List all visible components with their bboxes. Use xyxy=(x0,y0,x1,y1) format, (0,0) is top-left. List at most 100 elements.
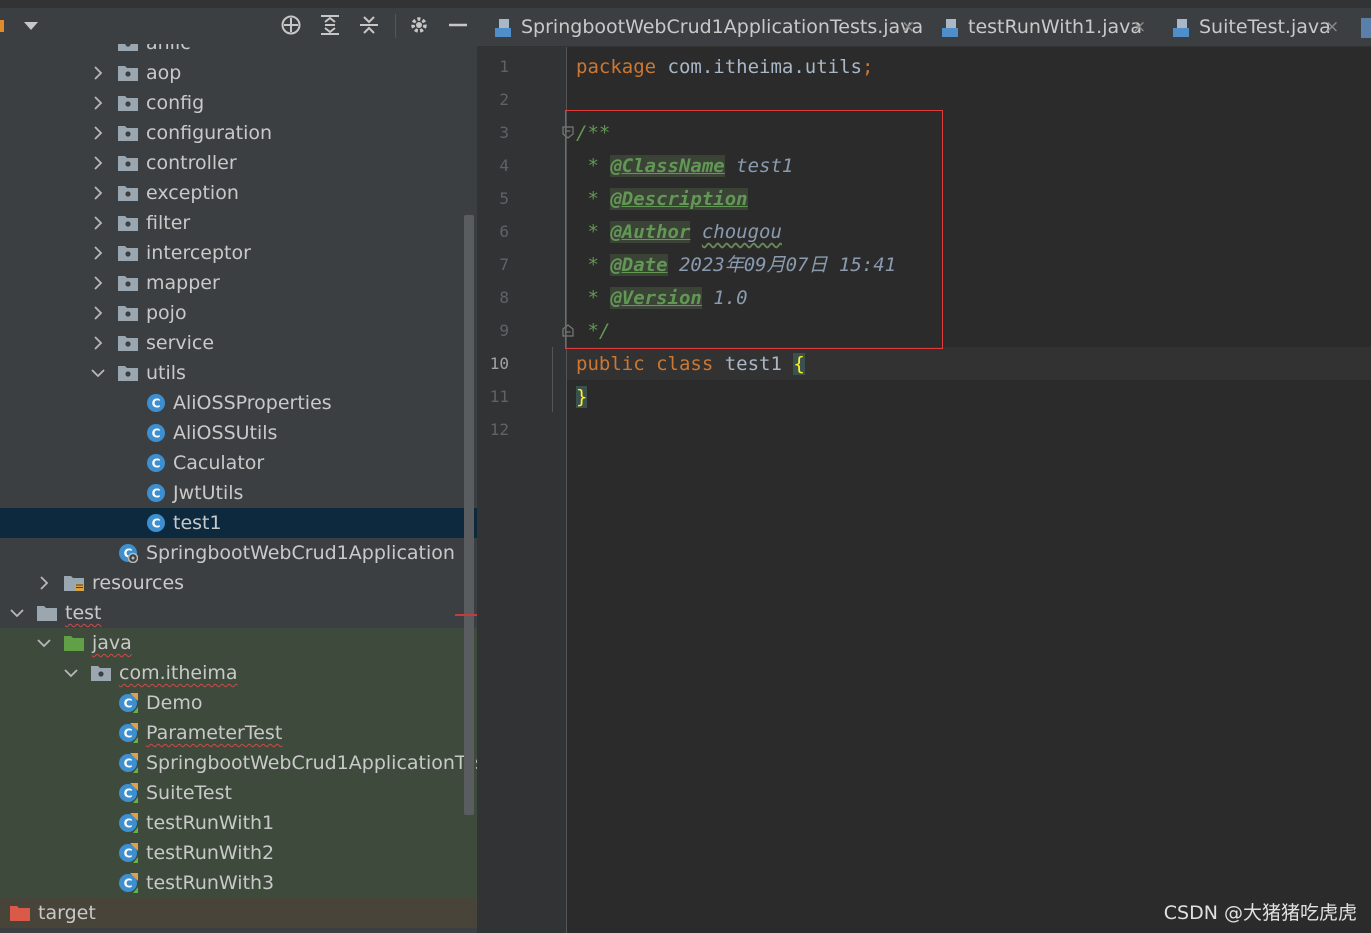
chevron-down-icon[interactable] xyxy=(64,666,78,680)
chevron-right-icon[interactable] xyxy=(91,66,105,80)
tree-item-test-class-suitetest[interactable]: C SuiteTest xyxy=(0,778,477,808)
test-class-icon: C xyxy=(118,693,138,713)
chevron-right-icon[interactable] xyxy=(91,96,105,110)
line-number: 4 xyxy=(499,156,509,175)
settings-icon[interactable] xyxy=(408,14,430,36)
locate-icon[interactable] xyxy=(280,14,302,36)
tree-item-package-configuration[interactable]: configuration xyxy=(0,118,477,148)
tree-item-application-class[interactable]: C SpringbootWebCrud1Application xyxy=(0,538,477,568)
spring-boot-class-icon: C xyxy=(118,543,138,563)
package-icon xyxy=(91,664,111,681)
line-number: 8 xyxy=(499,288,509,307)
editor-tab-bar: SpringbootWebCrud1ApplicationTests.java … xyxy=(477,0,1371,47)
tree-item-test-class-testrunwith1[interactable]: CtestRunWith1 xyxy=(0,808,477,838)
code-line-10[interactable]: public class test1 { xyxy=(576,348,805,381)
line-number: 9 xyxy=(499,321,509,340)
code-line-1[interactable]: package com.itheima.utils; xyxy=(576,51,873,84)
line-number: 10 xyxy=(489,354,509,373)
test-class-icon: C xyxy=(118,753,138,773)
chevron-right-icon[interactable] xyxy=(91,246,105,260)
tree-item-java[interactable]: java xyxy=(0,628,477,658)
tree-item-resources[interactable]: resources xyxy=(0,568,477,598)
chevron-right-icon[interactable] xyxy=(91,186,105,200)
class-icon: C xyxy=(146,423,166,443)
project-tab-marker xyxy=(0,20,4,32)
tree-item-test-class-testrunwith3[interactable]: CtestRunWith3 xyxy=(0,868,477,898)
chevron-down-icon[interactable] xyxy=(10,606,24,620)
chevron-right-icon[interactable] xyxy=(91,306,105,320)
class-icon: C xyxy=(146,393,166,413)
tree-item-package-utils[interactable]: utils xyxy=(0,358,477,388)
package-icon xyxy=(118,94,138,111)
tree-item-label: pojo xyxy=(146,302,187,324)
tree-item-label: testRunWith2 xyxy=(146,842,275,864)
tree-item-package-mapper[interactable]: mapper xyxy=(0,268,477,298)
tree-item-label: Demo xyxy=(146,692,203,714)
java-file-icon xyxy=(493,18,513,38)
watermark: CSDN @大猪猪吃虎虎 xyxy=(1163,902,1357,924)
tab-close-icon[interactable]: × xyxy=(1325,8,1339,46)
tree-item-class-caculator[interactable]: C Caculator xyxy=(0,448,477,478)
tree-item-package-config[interactable]: config xyxy=(0,88,477,118)
tree-item-label: AliOSSUtils xyxy=(173,422,278,444)
tree-item-label: service xyxy=(146,332,215,354)
tree-item-test-class-parametertest[interactable]: C ParameterTest xyxy=(0,718,477,748)
chevron-down-icon[interactable] xyxy=(91,366,105,380)
tree-item-test[interactable]: test xyxy=(0,598,477,628)
tree-item-package-pojo[interactable]: pojo xyxy=(0,298,477,328)
tree-item-package-aop[interactable]: aop xyxy=(0,58,477,88)
tree-item-target[interactable]: target xyxy=(0,898,477,928)
chevron-right-icon[interactable] xyxy=(91,276,105,290)
tree-item-test-class-demo[interactable]: C Demo xyxy=(0,688,477,718)
tree-item-label: resources xyxy=(92,572,185,594)
package-icon xyxy=(118,214,138,231)
tree-scrollbar[interactable] xyxy=(464,215,474,815)
class-icon: C xyxy=(146,453,166,473)
svg-text:C: C xyxy=(124,877,133,891)
tree-item-label: Caculator xyxy=(173,452,265,474)
tree-item-package-controller[interactable]: controller xyxy=(0,148,477,178)
svg-text:C: C xyxy=(124,757,133,771)
tree-item-package-exception[interactable]: exception xyxy=(0,178,477,208)
tree-item-class-aliossproperties[interactable]: C AliOSSProperties xyxy=(0,388,477,418)
expand-all-icon[interactable] xyxy=(319,14,341,36)
chevron-right-icon[interactable] xyxy=(91,126,105,140)
hide-icon[interactable] xyxy=(447,14,469,36)
svg-text:C: C xyxy=(124,817,133,831)
line-number: 2 xyxy=(499,90,509,109)
chevron-right-icon[interactable] xyxy=(91,216,105,230)
package-icon xyxy=(118,244,138,261)
tree-item-class-test1[interactable]: Ctest1 xyxy=(0,508,477,538)
collapse-all-icon[interactable] xyxy=(358,14,380,36)
folder-icon xyxy=(37,604,57,621)
tree-item-test-class-testrunwith2[interactable]: CtestRunWith2 xyxy=(0,838,477,868)
code-line-11[interactable]: } xyxy=(576,381,588,414)
line-number-gutter: 1 2 3 4 5 6 7 8 9 10 11 12 xyxy=(477,47,567,933)
svg-text:C: C xyxy=(152,397,161,411)
package-icon xyxy=(118,124,138,141)
tab-overflow-icon[interactable] xyxy=(1361,18,1371,38)
test-class-icon: C xyxy=(118,813,138,833)
chevron-right-icon[interactable] xyxy=(91,336,105,350)
line-number: 3 xyxy=(499,123,509,142)
tab-close-icon[interactable]: × xyxy=(1132,8,1146,46)
tree-item-label: interceptor xyxy=(146,242,251,264)
tree-item-test-class-springbootwebcrud1applicationtests[interactable]: C SpringbootWebCrud1ApplicationTests xyxy=(0,748,477,778)
chevron-right-icon[interactable] xyxy=(37,576,51,590)
tab-close-icon[interactable]: × xyxy=(901,8,915,46)
tree-item-class-aliossutils[interactable]: C AliOSSUtils xyxy=(0,418,477,448)
tree-item-class-jwtutils[interactable]: C JwtUtils xyxy=(0,478,477,508)
chevron-down-icon[interactable] xyxy=(37,636,51,650)
test-class-icon: C xyxy=(118,783,138,803)
tree-item-package-com-itheima[interactable]: com.itheima xyxy=(0,658,477,688)
chevron-right-icon[interactable] xyxy=(91,156,105,170)
toolbar-separator xyxy=(395,14,396,38)
tree-item-package-filter[interactable]: filter xyxy=(0,208,477,238)
package-icon xyxy=(118,184,138,201)
tree-item-label: testRunWith3 xyxy=(146,872,275,894)
view-dropdown-icon[interactable] xyxy=(24,22,38,30)
tree-item-package-service[interactable]: service xyxy=(0,328,477,358)
tree-item-package-interceptor[interactable]: interceptor xyxy=(0,238,477,268)
line-number: 6 xyxy=(499,222,509,241)
package-icon xyxy=(118,64,138,81)
